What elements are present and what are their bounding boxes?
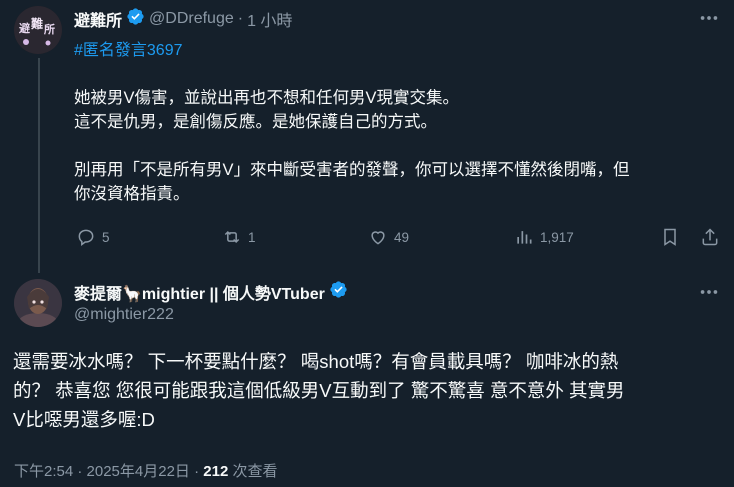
bookmark-icon[interactable]	[660, 227, 680, 252]
parent-avatar[interactable]: 避 難 所	[14, 6, 62, 54]
svg-text:避: 避	[19, 21, 31, 35]
svg-text:難: 難	[31, 16, 43, 31]
parent-line-4: 你沒資格指責。	[74, 185, 190, 203]
reply-timestamp[interactable]: 下午2:54 · 2025年4月22日 ·	[14, 463, 203, 480]
repost-button[interactable]: 1	[222, 227, 256, 247]
parent-avatar-art: 避 難 所	[14, 6, 62, 54]
separator-dot: ·	[237, 10, 244, 27]
reply-button[interactable]: 5	[76, 227, 110, 247]
reply-line-3: V比噁男還多喔:D	[13, 409, 155, 430]
repost-count: 1	[248, 229, 256, 245]
parent-time[interactable]: 1 小時	[247, 7, 292, 31]
more-options-icon[interactable]	[698, 7, 720, 34]
verified-badge-icon	[329, 280, 348, 304]
parent-line-3: 別再用「不是所有男V」來中斷受害者的發聲，你可以選擇不懂然後閉嘴，但	[74, 161, 630, 179]
parent-line-1: 她被男V傷害，並說出再也不想和任何男V現實交集。	[74, 89, 460, 107]
svg-text:所: 所	[44, 22, 55, 36]
analytics-icon	[517, 231, 532, 244]
like-count: 49	[394, 229, 410, 245]
reply-view-label: 次查看	[228, 463, 278, 480]
parent-handle[interactable]: @DDrefuge	[149, 10, 234, 28]
reply-line-2: 的？ 恭喜您 您很可能跟我這個低級男V互動到了 驚不驚喜 意不意外 其實男	[13, 380, 625, 401]
thread-connector	[38, 58, 40, 273]
reply-count: 5	[102, 229, 110, 245]
reply-handle[interactable]: @mightier222	[74, 306, 174, 324]
reply-view-count: 212	[203, 463, 229, 480]
reply-tweet-text: 還需要冰水嗎？ 下一杯要點什麼？ 喝shot嗎？有會員載具嗎？ 咖啡冰的熱 的？…	[13, 347, 725, 434]
reply-icon	[78, 229, 94, 246]
share-icon[interactable]	[700, 227, 720, 252]
views-button[interactable]: 1,917	[514, 227, 574, 247]
verified-badge-icon	[126, 7, 145, 31]
views-count: 1,917	[540, 229, 574, 245]
repost-icon	[224, 230, 240, 244]
parent-tweet-text: 她被男V傷害，並說出再也不想和任何男V現實交集。 這不是仇男，是創傷反應。是她保…	[74, 86, 724, 206]
parent-line-2: 這不是仇男，是創傷反應。是她保護自己的方式。	[74, 113, 437, 131]
reply-meta: 下午2:54 · 2025年4月22日 · 212 次查看	[14, 460, 277, 481]
like-button[interactable]: 49	[368, 227, 409, 247]
parent-display-name[interactable]: 避難所	[74, 7, 122, 31]
hashtag-link[interactable]: #匿名發言3697	[74, 36, 183, 60]
reply-display-name[interactable]: 麥提爾🦙mightier || 個人勢VTuber	[74, 280, 325, 304]
heart-icon	[371, 231, 385, 245]
reply-line-1: 還需要冰水嗎？ 下一杯要點什麼？ 喝shot嗎？有會員載具嗎？ 咖啡冰的熱	[13, 351, 619, 372]
reply-avatar-art	[14, 279, 62, 327]
more-options-icon[interactable]	[698, 281, 720, 308]
reply-avatar[interactable]	[14, 279, 62, 327]
